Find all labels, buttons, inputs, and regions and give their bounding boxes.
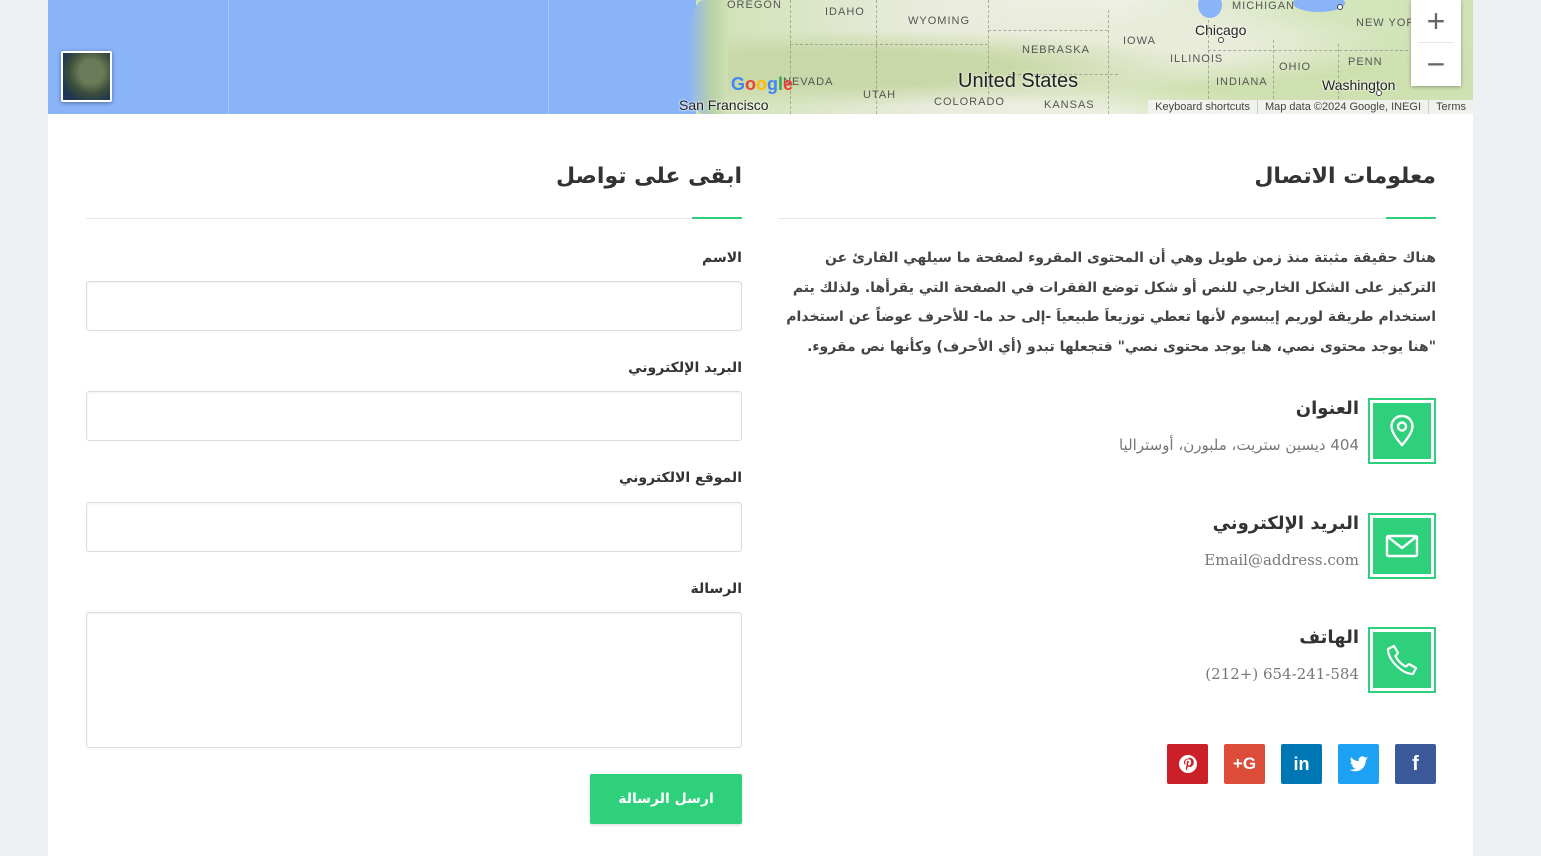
map-zoom-control: + − <box>1411 0 1461 86</box>
contact-page: OREGON IDAHO WYOMING NEBRASKA IOWA ILLIN… <box>48 0 1473 856</box>
section-divider <box>778 217 1436 219</box>
map-city-dot <box>1337 4 1343 10</box>
map-label-iowa: IOWA <box>1123 35 1156 47</box>
map-label-utah: UTAH <box>863 89 897 101</box>
map-label-ohio: OHIO <box>1279 61 1312 73</box>
map-attribution: Keyboard shortcuts Map data ©2024 Google… <box>1148 100 1473 114</box>
map-city-san-francisco: San Francisco <box>679 97 769 113</box>
phone-value[interactable]: (212+) 654-241-584 <box>1205 665 1359 683</box>
phone-icon <box>1386 644 1418 676</box>
map-data-text: Map data ©2024 Google, INEGI <box>1256 100 1428 114</box>
map-label-nebraska: NEBRASKA <box>1022 44 1090 56</box>
map-ocean-gridline <box>548 0 549 114</box>
form-title: ابقى على تواصل <box>556 164 742 189</box>
email-label: البريد الإلكتروني <box>628 360 742 376</box>
divider-accent <box>1386 217 1436 219</box>
address-value: 404 ديسين ستريت، ملبورن، أوستراليا <box>1118 436 1359 454</box>
phone-icon-box <box>1368 627 1436 693</box>
map-label-newyork: NEW YOR <box>1356 17 1416 29</box>
map-city-washington: Washington <box>1322 77 1396 93</box>
googleplus-icon: G+ <box>1232 754 1257 773</box>
website-label: الموقع الالكتروني <box>619 470 742 486</box>
linkedin-icon: in <box>1293 753 1310 774</box>
map-border <box>1108 10 1109 114</box>
map-border <box>1208 50 1408 51</box>
phone-title: الهاتف <box>1299 627 1359 648</box>
facebook-icon: f <box>1412 752 1419 775</box>
map-ocean-gridline <box>228 0 229 114</box>
map-border <box>1338 44 1339 104</box>
name-label: الاسم <box>702 250 742 266</box>
envelope-icon <box>1385 534 1419 558</box>
twitter-button[interactable] <box>1338 744 1379 784</box>
section-divider <box>86 217 742 219</box>
satellite-toggle[interactable] <box>61 51 112 102</box>
map-city-chicago: Chicago <box>1195 22 1247 38</box>
map-pin-icon <box>1390 414 1414 447</box>
twitter-icon <box>1348 755 1368 771</box>
address-icon-box <box>1368 398 1436 464</box>
map-label-indiana: INDIANA <box>1216 76 1268 88</box>
address-item: العنوان 404 ديسين ستريت، ملبورن، أوسترال… <box>778 398 1436 466</box>
terms-link[interactable]: Terms <box>1428 100 1473 114</box>
message-textarea[interactable] <box>86 612 742 748</box>
social-links: f in G+ <box>1167 744 1436 784</box>
map-border <box>790 0 791 114</box>
pinterest-icon <box>1178 755 1197 773</box>
map-label-idaho: IDAHO <box>825 6 865 18</box>
phone-item: الهاتف (212+) 654-241-584 <box>778 627 1436 695</box>
email-input[interactable] <box>86 391 742 441</box>
name-input[interactable] <box>86 281 742 331</box>
map-label-oregon: OREGON <box>727 0 782 11</box>
send-message-button[interactable]: ارسل الرسالة <box>590 774 742 824</box>
map[interactable]: OREGON IDAHO WYOMING NEBRASKA IOWA ILLIN… <box>48 0 1473 114</box>
zoom-in-button[interactable]: + <box>1411 0 1461 42</box>
contact-info-title: معلومات الاتصال <box>1254 164 1436 189</box>
map-border <box>988 30 1108 31</box>
facebook-button[interactable]: f <box>1395 744 1436 784</box>
email-icon-box <box>1368 513 1436 579</box>
linkedin-button[interactable]: in <box>1281 744 1322 784</box>
googleplus-button[interactable]: G+ <box>1224 744 1265 784</box>
keyboard-shortcuts-link[interactable]: Keyboard shortcuts <box>1148 100 1257 114</box>
email-title: البريد الإلكتروني <box>1212 513 1359 534</box>
website-input[interactable] <box>86 502 742 552</box>
map-border <box>790 44 988 45</box>
pinterest-button[interactable] <box>1167 744 1208 784</box>
map-label-colorado: COLORADO <box>934 96 1005 108</box>
zoom-out-button[interactable]: − <box>1411 43 1461 85</box>
map-country-label: United States <box>958 70 1079 92</box>
map-label-wyoming: WYOMING <box>908 15 970 27</box>
map-label-illinois: ILLINOIS <box>1170 53 1224 65</box>
address-title: العنوان <box>1295 398 1359 419</box>
map-label-michigan: MICHIGAN <box>1232 0 1295 12</box>
map-label-kansas: KANSAS <box>1044 99 1095 111</box>
divider-accent <box>692 217 742 219</box>
email-value[interactable]: Email@address.com <box>1204 551 1359 569</box>
message-label: الرسالة <box>690 581 742 597</box>
contact-description: هناك حقيقة مثبتة منذ زمن طويل وهي أن الم… <box>786 250 1436 355</box>
google-logo: Google <box>731 74 794 94</box>
map-label-penn: PENN <box>1348 56 1383 68</box>
email-item: البريد الإلكتروني Email@address.com <box>778 513 1436 581</box>
